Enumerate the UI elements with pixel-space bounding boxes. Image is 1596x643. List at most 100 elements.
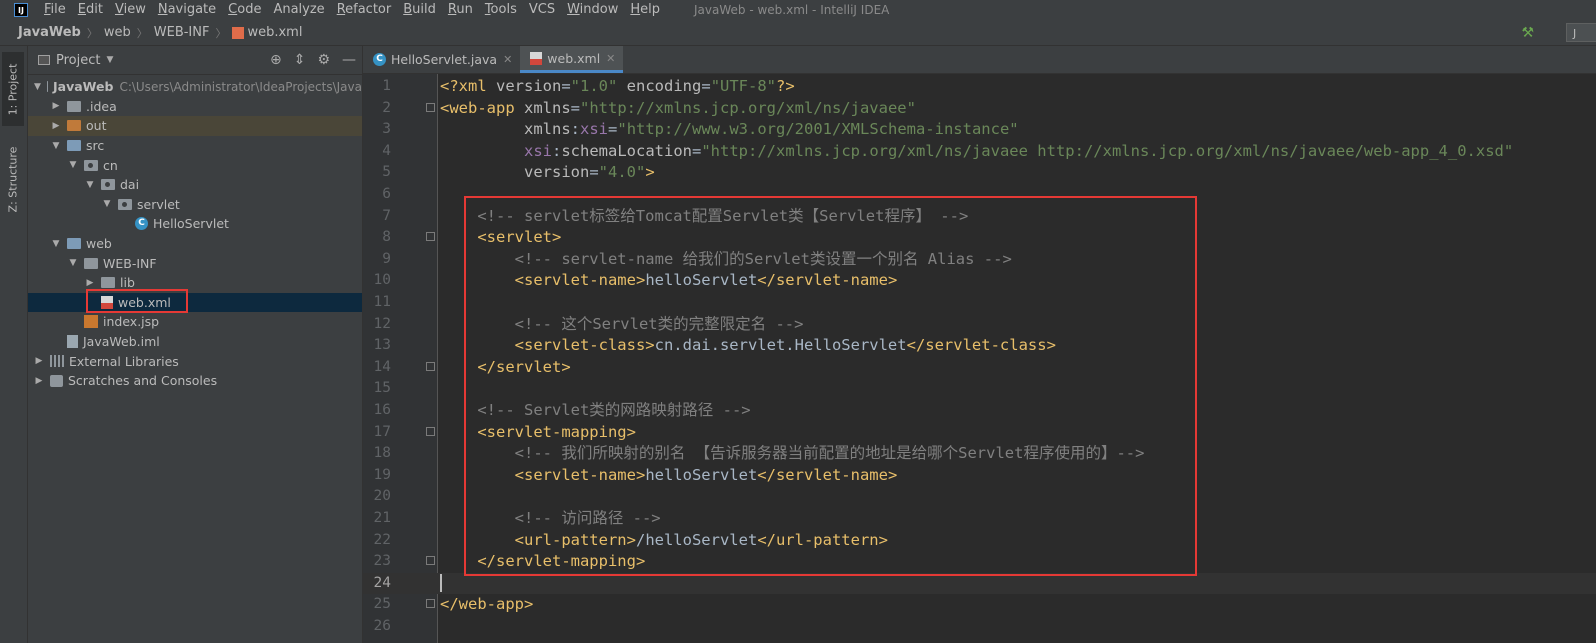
tree-node--idea[interactable]: ▶ .idea — [28, 97, 362, 117]
build-hammer-icon[interactable]: ⚒ — [1521, 25, 1534, 41]
menu-item-edit[interactable]: Edit — [72, 0, 109, 20]
expand-arrow-down-icon[interactable]: ▼ — [34, 82, 41, 92]
tree-node-dai[interactable]: ▼ dai — [28, 175, 362, 195]
breadcrumb-web[interactable]: web — [100, 25, 135, 40]
code-line[interactable]: 5 version="4.0"> — [363, 162, 1596, 184]
code-line[interactable]: 4 xsi:schemaLocation="http://xmlns.jcp.o… — [363, 141, 1596, 163]
close-tab-icon[interactable]: ✕ — [503, 53, 512, 66]
line-number: 18 — [373, 445, 391, 462]
expand-arrow-down-icon[interactable]: ▼ — [51, 141, 61, 151]
code-line[interactable]: 24 — [363, 572, 1596, 595]
breadcrumb-web-inf[interactable]: WEB-INF — [150, 25, 214, 40]
expand-arrow-right-icon[interactable]: ▶ — [51, 121, 61, 131]
fold-marker-icon[interactable] — [426, 361, 435, 371]
expand-arrow-down-icon[interactable]: ▼ — [102, 199, 112, 209]
menu-item-vcs[interactable]: VCS — [523, 0, 561, 20]
tree-node-helloservlet[interactable]: ▶CHelloServlet — [28, 214, 362, 234]
code-token-tag: </web-app> — [440, 595, 534, 614]
locate-file-icon[interactable]: ⊕ — [270, 52, 282, 68]
code-line[interactable]: 3 xmlns:xsi="http://www.w3.org/2001/XMLS… — [363, 119, 1596, 141]
menu-mnemonic: N — [157, 2, 168, 17]
editor-tab-helloservlet-java[interactable]: C HelloServlet.java ✕ — [363, 46, 520, 73]
tree-node-path: C:\Users\Administrator\IdeaProjects\Java — [119, 79, 362, 94]
menu-item-file[interactable]: File — [38, 0, 72, 20]
expand-arrow-down-icon[interactable]: ▼ — [51, 239, 61, 249]
menu-item-code[interactable]: Code — [222, 0, 267, 20]
collapse-all-icon[interactable]: ⇕ — [294, 52, 306, 68]
code-line[interactable]: 25 </web-app> — [363, 594, 1596, 616]
tree-node-label: JavaWeb — [53, 79, 114, 95]
breadcrumb-web-xml[interactable]: web.xml — [228, 25, 306, 40]
expand-arrow-down-icon[interactable]: ▼ — [85, 180, 95, 190]
code-token-plain: : — [552, 141, 562, 160]
view-mode-dropdown-icon[interactable]: ▼ — [106, 55, 113, 65]
tree-node-index-jsp[interactable]: ▶index.jsp — [28, 312, 362, 332]
tree-node-label: HelloServlet — [153, 216, 229, 232]
navigation-bar: JavaWeb 〉 web 〉 WEB-INF 〉 web.xml ⚒ J — [0, 20, 1596, 46]
tree-node-out[interactable]: ▶ out — [28, 116, 362, 136]
tree-node-web-xml[interactable]: ▶web.xml — [28, 292, 362, 313]
tool-tab-structure[interactable]: Z: Structure — [2, 136, 24, 222]
package-dot — [88, 162, 93, 168]
expand-arrow-right-icon[interactable]: ▶ — [85, 278, 95, 288]
editor-tab-web-xml[interactable]: web.xml ✕ — [520, 46, 624, 73]
menu-item-navigate[interactable]: Navigate — [152, 0, 222, 20]
code-token-ns: xsi — [524, 141, 552, 160]
tree-node-label: out — [86, 118, 107, 134]
tree-node-src[interactable]: ▼ src — [28, 136, 362, 156]
expand-arrow-down-icon[interactable]: ▼ — [68, 160, 78, 170]
tree-node-cn[interactable]: ▼ cn — [28, 155, 362, 175]
menu-item-tools[interactable]: Tools — [479, 0, 523, 20]
fold-marker-icon[interactable] — [426, 599, 435, 609]
text-caret — [440, 574, 442, 593]
breadcrumb-project[interactable]: JavaWeb — [14, 25, 85, 40]
menu-item-run[interactable]: Run — [442, 0, 479, 20]
close-tab-icon[interactable]: ✕ — [606, 52, 615, 65]
fold-marker-icon[interactable] — [426, 426, 435, 436]
hide-panel-icon[interactable]: — — [342, 52, 356, 68]
code-line[interactable]: 26 — [363, 616, 1596, 638]
menu-item-build[interactable]: Build — [397, 0, 442, 20]
code-token-val: "1.0" — [570, 77, 618, 95]
tool-tab-project-label: 1: Project — [6, 63, 20, 115]
expand-arrow-down-icon[interactable]: ▼ — [68, 258, 78, 268]
tree-node-label: index.jsp — [103, 314, 160, 330]
menu-item-window[interactable]: Window — [561, 0, 624, 20]
tree-node-label: cn — [103, 157, 118, 173]
xml-file-icon — [232, 26, 245, 39]
tree-node-lib[interactable]: ▶ lib — [28, 273, 362, 293]
line-number: 9 — [382, 250, 391, 267]
menu-item-analyze[interactable]: Analyze — [267, 0, 330, 20]
settings-gear-icon[interactable]: ⚙ — [317, 52, 330, 68]
menu-item-refactor[interactable]: Refactor — [331, 0, 398, 20]
code-token-plain: = — [589, 163, 599, 182]
fold-marker-icon[interactable] — [426, 232, 435, 242]
fold-marker-icon[interactable] — [426, 556, 435, 566]
menu-item-help[interactable]: Help — [624, 0, 666, 20]
code-text: version="4.0"> — [440, 162, 655, 184]
code-line[interactable]: 1 <?xml version="1.0" encoding="UTF-8"?> — [363, 76, 1596, 98]
tree-node-label: JavaWeb.iml — [83, 334, 160, 350]
tree-node-javaweb[interactable]: ▼ JavaWeb C:\Users\Administrator\IdeaProje… — [28, 77, 362, 97]
code-token-val: "http://www.w3.org/2001/XMLSchema-instan… — [617, 120, 1019, 139]
tool-tab-project[interactable]: 1: Project — [2, 52, 24, 126]
tree-node-javaweb-iml[interactable]: ▶JavaWeb.iml — [28, 332, 362, 352]
fold-marker-icon[interactable] — [426, 102, 435, 112]
code-token-ns: xsi — [580, 120, 609, 139]
menu-label: elp — [640, 2, 661, 17]
tree-node-web-inf[interactable]: ▼ WEB-INF — [28, 253, 362, 273]
menu-item-view[interactable]: View — [109, 0, 152, 20]
menu-label: ode — [237, 2, 262, 17]
run-configuration-selector[interactable]: J — [1566, 23, 1596, 42]
expand-arrow-right-icon[interactable]: ▶ — [51, 101, 61, 111]
expand-arrow-right-icon[interactable]: ▶ — [34, 376, 44, 386]
expand-arrow-right-icon[interactable]: ▶ — [34, 356, 44, 366]
menu-mnemonic: E — [77, 2, 86, 17]
tree-node-web[interactable]: ▼ web — [28, 234, 362, 254]
tree-node-external-libraries[interactable]: ▶ External Libraries — [28, 351, 362, 371]
project-panel-title[interactable]: Project — [56, 53, 100, 68]
line-number: 11 — [373, 294, 391, 310]
code-line[interactable]: 2 <web-app xmlns="http://xmlns.jcp.org/xm… — [363, 98, 1596, 120]
tree-node-servlet[interactable]: ▼ servlet — [28, 195, 362, 215]
tree-node-scratches-and-consoles[interactable]: ▶ Scratches and Consoles — [28, 371, 362, 391]
